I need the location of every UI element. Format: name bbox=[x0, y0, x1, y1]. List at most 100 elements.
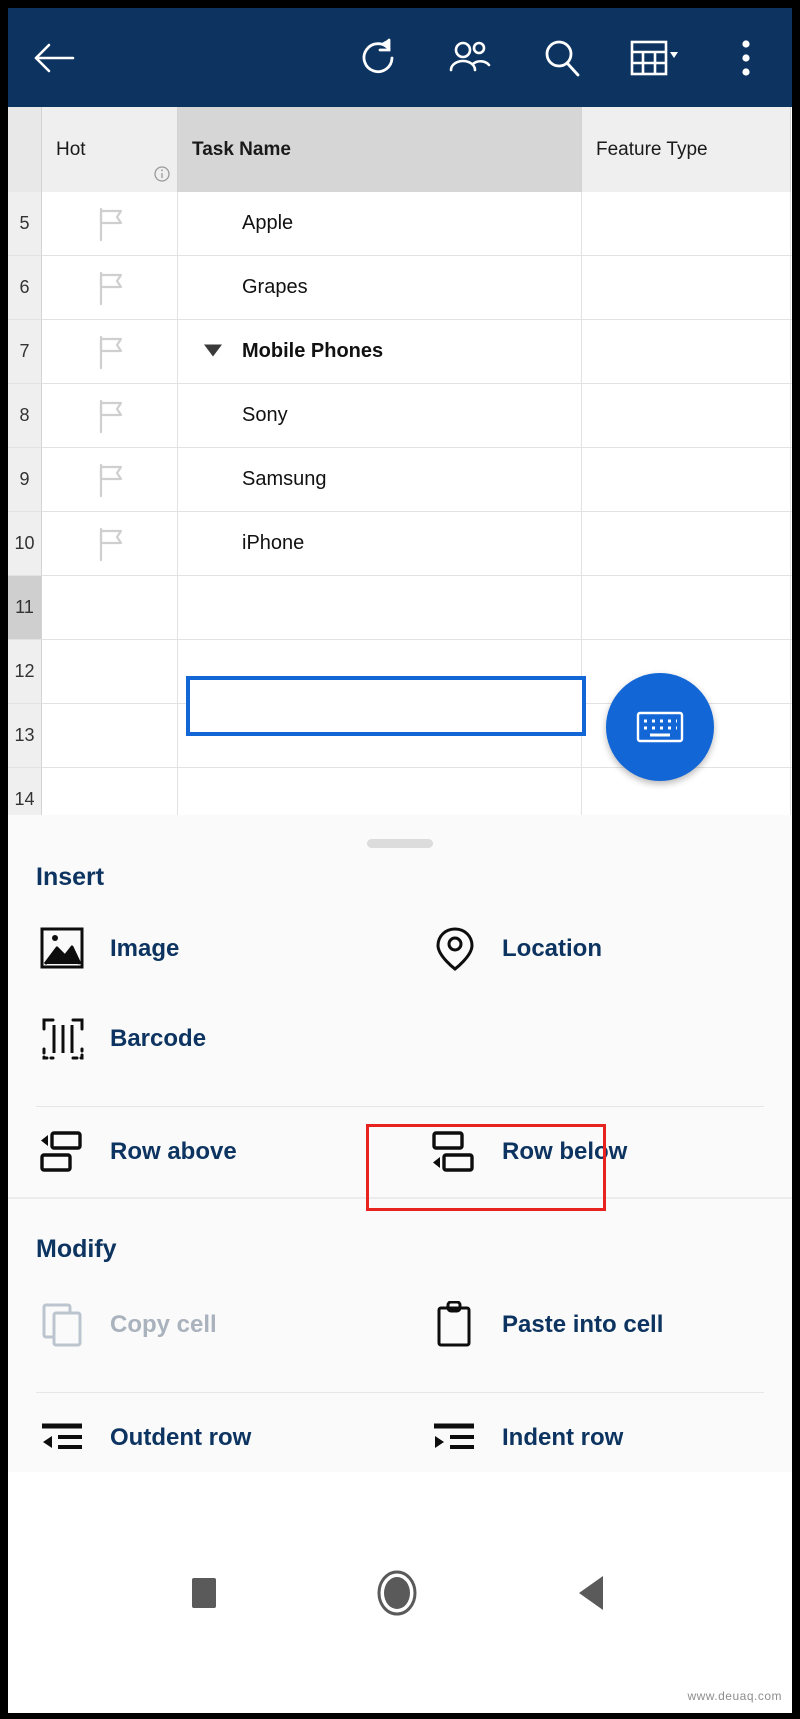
cell-task-name-label: Mobile Phones bbox=[242, 340, 384, 362]
cell-hot[interactable] bbox=[42, 512, 178, 576]
row-number[interactable]: 8 bbox=[8, 384, 42, 448]
cell-hot[interactable] bbox=[42, 192, 178, 256]
cell-task-name[interactable]: Samsung bbox=[178, 448, 582, 512]
info-icon[interactable] bbox=[153, 165, 171, 188]
row-number[interactable]: 10 bbox=[8, 512, 42, 576]
grid-view-icon[interactable] bbox=[608, 8, 700, 107]
column-header-hot[interactable]: Hot bbox=[42, 107, 178, 192]
row-number[interactable]: 7 bbox=[8, 320, 42, 384]
cell-task-name[interactable]: Sony bbox=[178, 384, 582, 448]
android-nav-bar bbox=[8, 1472, 792, 1713]
row-number[interactable]: 13 bbox=[8, 704, 42, 768]
bezel-left bbox=[0, 0, 8, 1719]
menu-item-label: Copy cell bbox=[110, 1311, 217, 1338]
menu-item-barcode[interactable]: Barcode bbox=[8, 1012, 400, 1066]
menu-item-indent-row[interactable]: Indent row bbox=[400, 1411, 792, 1465]
menu-item-label: Outdent row bbox=[110, 1424, 252, 1451]
collapse-caret-icon[interactable] bbox=[202, 339, 224, 364]
menu-item-label: Paste into cell bbox=[502, 1311, 664, 1338]
row-number[interactable]: 14 bbox=[8, 768, 42, 815]
cell-task-name-label: Apple bbox=[242, 212, 294, 234]
cell-feature-type[interactable] bbox=[582, 256, 791, 320]
cell-hot[interactable] bbox=[42, 704, 178, 768]
menu-item-row-above[interactable]: Row above bbox=[8, 1125, 400, 1179]
menu-item-outdent-row[interactable]: Outdent row bbox=[8, 1411, 400, 1465]
grid-header-row: Hot Task Name Feature Type bbox=[8, 107, 792, 192]
cell-task-name[interactable]: iPhone bbox=[178, 512, 582, 576]
menu-item-row-below[interactable]: Row below bbox=[400, 1125, 792, 1179]
cell-task-name[interactable] bbox=[178, 576, 582, 640]
cell-hot[interactable] bbox=[42, 320, 178, 384]
image-icon bbox=[36, 922, 90, 976]
people-icon[interactable] bbox=[424, 8, 516, 107]
table-row[interactable]: 5 Apple bbox=[8, 192, 792, 256]
column-header-feature-type[interactable]: Feature Type bbox=[582, 107, 791, 192]
menu-item-label: Location bbox=[502, 935, 602, 962]
cell-hot[interactable] bbox=[42, 384, 178, 448]
recents-button[interactable] bbox=[187, 1573, 221, 1613]
row-number[interactable]: 6 bbox=[8, 256, 42, 320]
menu-row: Image Location bbox=[8, 922, 792, 976]
app-bar bbox=[8, 8, 792, 107]
phone-screen: Hot Task Name Feature Type 5 Apple 6 Grapes… bbox=[0, 0, 800, 1719]
cell-task-name[interactable]: Grapes bbox=[178, 256, 582, 320]
selected-cell-outline[interactable] bbox=[186, 676, 586, 736]
row-number[interactable]: 12 bbox=[8, 640, 42, 704]
row-number[interactable]: 11 bbox=[8, 576, 42, 640]
cell-feature-type[interactable] bbox=[582, 192, 791, 256]
cell-feature-type[interactable] bbox=[582, 320, 791, 384]
table-row[interactable]: 7 Mobile Phones bbox=[8, 320, 792, 384]
cell-task-name[interactable] bbox=[178, 768, 582, 815]
table-row[interactable]: 11 bbox=[8, 576, 792, 640]
home-button[interactable] bbox=[371, 1567, 423, 1619]
table-row[interactable]: 9 Samsung bbox=[8, 448, 792, 512]
cell-task-name-label: Grapes bbox=[242, 276, 308, 298]
cell-feature-type[interactable] bbox=[582, 384, 791, 448]
table-row[interactable]: 8 Sony bbox=[8, 384, 792, 448]
outdent-icon bbox=[36, 1411, 90, 1465]
menu-item-location[interactable]: Location bbox=[400, 922, 792, 976]
cell-hot[interactable] bbox=[42, 448, 178, 512]
cell-hot[interactable] bbox=[42, 256, 178, 320]
row-number[interactable]: 9 bbox=[8, 448, 42, 512]
sheet-body: Insert Image Location Barcode Row above Row b… bbox=[8, 815, 792, 1472]
keyboard-fab[interactable] bbox=[606, 673, 714, 781]
clipboard-icon bbox=[428, 1298, 482, 1352]
grid-corner-cell bbox=[8, 107, 42, 192]
cell-feature-type[interactable] bbox=[582, 448, 791, 512]
column-header-hot-label: Hot bbox=[56, 138, 86, 160]
more-vert-icon[interactable] bbox=[700, 8, 792, 107]
back-button[interactable] bbox=[8, 8, 100, 107]
cell-task-name-label: iPhone bbox=[242, 532, 305, 554]
cell-feature-type[interactable] bbox=[582, 512, 791, 576]
bezel-top bbox=[0, 0, 800, 8]
row-below-icon bbox=[428, 1125, 482, 1179]
cell-feature-type[interactable] bbox=[582, 768, 791, 815]
cell-task-name[interactable]: Apple bbox=[178, 192, 582, 256]
table-row[interactable]: 6 Grapes bbox=[8, 256, 792, 320]
cell-hot[interactable] bbox=[42, 576, 178, 640]
back-button[interactable] bbox=[573, 1571, 613, 1615]
table-row[interactable]: 10 iPhone bbox=[8, 512, 792, 576]
cell-hot[interactable] bbox=[42, 640, 178, 704]
cell-hot[interactable] bbox=[42, 768, 178, 815]
menu-item-label: Row below bbox=[502, 1138, 628, 1165]
search-icon[interactable] bbox=[516, 8, 608, 107]
menu-item-paste-into-cell[interactable]: Paste into cell bbox=[400, 1298, 792, 1352]
bezel-bottom bbox=[0, 1713, 800, 1719]
column-header-task-name[interactable]: Task Name bbox=[178, 107, 582, 192]
cell-task-name[interactable]: Mobile Phones bbox=[178, 320, 582, 384]
menu-row: Barcode bbox=[8, 1012, 792, 1066]
cell-feature-type[interactable] bbox=[582, 576, 791, 640]
menu-item-label: Image bbox=[110, 935, 180, 962]
menu-item-image[interactable]: Image bbox=[8, 922, 400, 976]
refresh-icon[interactable] bbox=[332, 8, 424, 107]
row-number[interactable]: 5 bbox=[8, 192, 42, 256]
section-title-modify: Modify bbox=[36, 1235, 117, 1263]
menu-item-label: Row above bbox=[110, 1138, 237, 1165]
cell-task-name-label: Sony bbox=[242, 404, 288, 426]
section-title-insert: Insert bbox=[36, 863, 105, 891]
row-above-icon bbox=[36, 1125, 90, 1179]
sheet-drag-handle[interactable] bbox=[367, 839, 433, 848]
menu-item-label: Indent row bbox=[502, 1424, 624, 1451]
